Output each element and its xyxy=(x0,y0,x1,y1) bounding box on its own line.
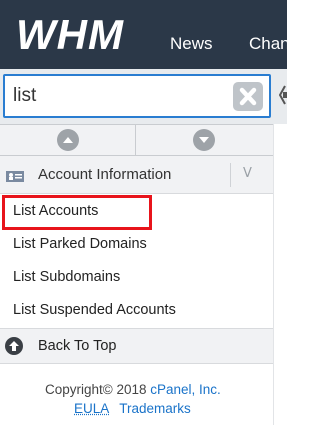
divider xyxy=(135,124,136,156)
collapse-all-button[interactable] xyxy=(56,128,80,152)
back-to-top-label[interactable]: Back To Top xyxy=(38,338,116,354)
whm-logo[interactable]: WHM xyxy=(14,13,146,55)
whm-logo-text: WHM xyxy=(16,13,124,55)
section-title: Account Information xyxy=(38,166,172,183)
arrow-up-icon xyxy=(5,337,23,355)
section-chevron-icon[interactable]: V xyxy=(243,166,252,181)
clear-search-button[interactable] xyxy=(233,82,263,111)
search-input[interactable] xyxy=(3,74,271,118)
footer-links: EULA Trademarks xyxy=(74,401,191,416)
nav-changes[interactable]: Changes xyxy=(249,34,317,54)
menu-item-list-subdomains[interactable]: List Subdomains xyxy=(13,269,120,285)
cpanel-link[interactable]: cPanel, Inc. xyxy=(150,382,221,397)
chevron-down-icon xyxy=(193,129,215,151)
menu-item-list-parked-domains[interactable]: List Parked Domains xyxy=(13,236,147,252)
side-toggle-icon[interactable] xyxy=(279,80,287,110)
expand-all-button[interactable] xyxy=(192,128,216,152)
collapse-expand-row xyxy=(0,124,273,156)
eula-link[interactable]: EULA xyxy=(74,401,109,416)
close-icon xyxy=(239,87,257,106)
highlight-box xyxy=(2,195,152,230)
chevron-up-icon xyxy=(57,129,79,151)
footer-copyright: Copyright© 2018 cPanel, Inc. xyxy=(45,382,221,397)
section-separator xyxy=(230,163,231,187)
copyright-text: Copyright© 2018 xyxy=(45,382,151,397)
trademarks-link[interactable]: Trademarks xyxy=(119,401,191,416)
menu-item-list-suspended-accounts[interactable]: List Suspended Accounts xyxy=(13,302,176,318)
account-card-icon xyxy=(6,171,24,182)
scrollbar[interactable] xyxy=(273,124,287,425)
nav-news[interactable]: News xyxy=(170,34,213,54)
